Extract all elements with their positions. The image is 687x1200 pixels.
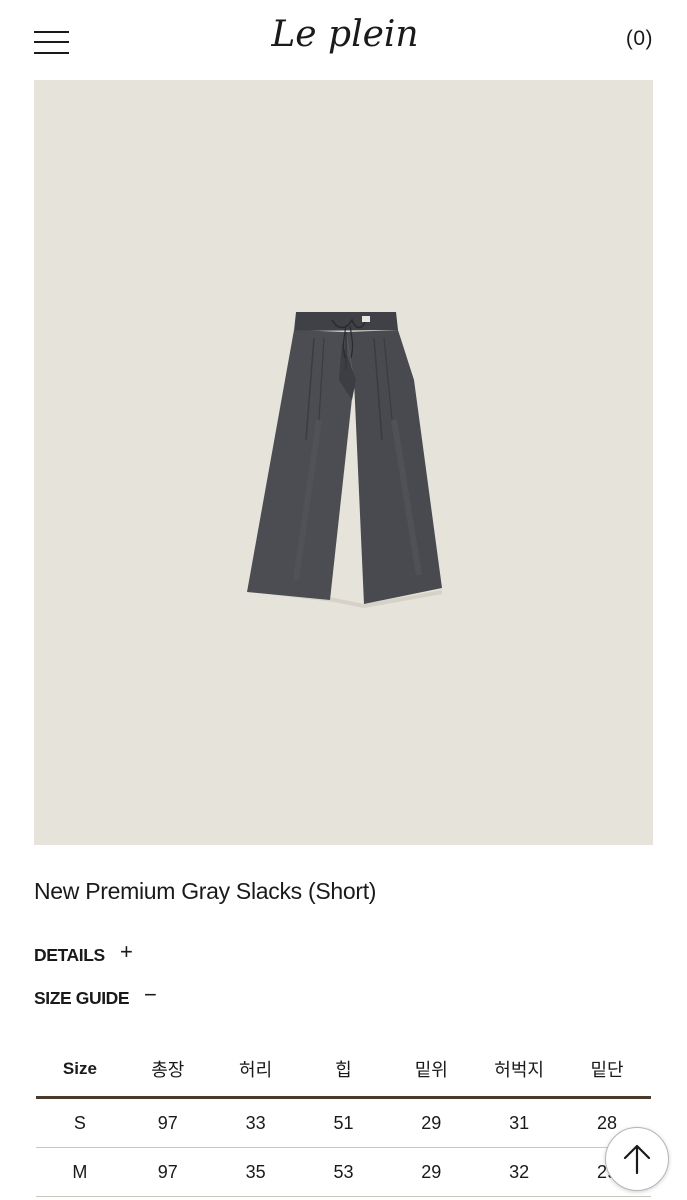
size-guide-accordion[interactable]: SIZE GUIDE − — [34, 982, 157, 1009]
column-header: 허벅지 — [494, 1060, 544, 1080]
logo[interactable]: Le plein — [240, 8, 450, 68]
minus-icon: − — [144, 982, 157, 1007]
column-header: Size — [62, 1059, 97, 1078]
column-header: 밑단 — [590, 1060, 624, 1080]
details-accordion[interactable]: DETAILS + — [34, 939, 133, 966]
pants-illustration — [247, 312, 443, 609]
table-cell: 35 — [245, 1161, 266, 1182]
table-cell: 51 — [333, 1112, 354, 1133]
table-row: M 97 35 53 29 32 29 — [36, 1148, 651, 1197]
table-cell: S — [73, 1112, 86, 1133]
hamburger-icon-line — [34, 52, 69, 54]
table-header-row: Size 총장 허리 힙 밑위 허벅지 밑단 — [36, 1042, 651, 1098]
table-cell: 33 — [245, 1112, 266, 1133]
table-cell: 29 — [421, 1112, 442, 1133]
table-row: S 97 33 51 29 31 28 — [36, 1098, 651, 1148]
size-table: Size 총장 허리 힙 밑위 허벅지 밑단 S 97 33 51 29 31 … — [36, 1042, 651, 1197]
table-cell: M — [72, 1161, 88, 1182]
logo-text: Le plein — [270, 14, 418, 55]
cart-button[interactable]: (0) — [626, 27, 653, 51]
column-header: 밑위 — [414, 1060, 448, 1080]
scroll-top-button[interactable] — [605, 1127, 669, 1191]
details-label: DETAILS — [34, 945, 105, 965]
table-cell: 53 — [333, 1161, 354, 1182]
arrow-up-icon — [623, 1144, 651, 1175]
column-header: 허리 — [239, 1060, 273, 1080]
header: Le plein (0) — [0, 0, 687, 80]
product-image — [34, 80, 653, 845]
size-guide-label: SIZE GUIDE — [34, 988, 130, 1008]
column-header: 총장 — [151, 1060, 185, 1080]
table-cell: 97 — [157, 1161, 178, 1182]
plus-icon: + — [120, 939, 133, 964]
column-header: 힙 — [335, 1060, 352, 1080]
product-title: New Premium Gray Slacks (Short) — [34, 878, 377, 904]
hamburger-icon-line — [34, 31, 69, 33]
hamburger-icon-line — [34, 41, 69, 43]
menu-button[interactable] — [34, 30, 70, 56]
table-cell: 32 — [509, 1161, 530, 1182]
table-cell: 31 — [509, 1112, 530, 1133]
table-cell: 29 — [421, 1161, 442, 1182]
table-cell: 97 — [157, 1112, 178, 1133]
